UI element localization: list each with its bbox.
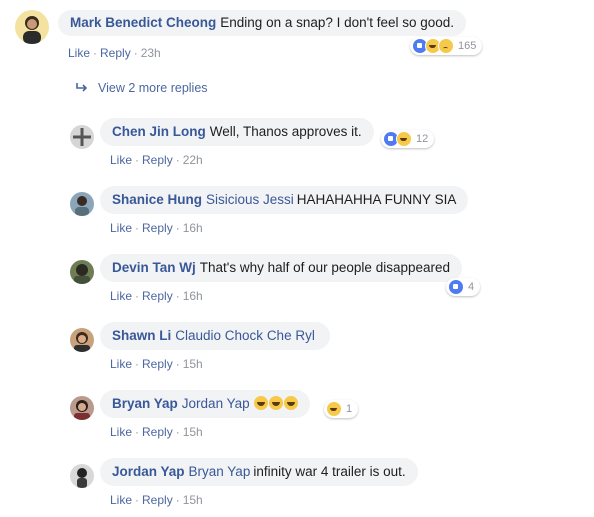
comment-actions: Like · Reply · 15h xyxy=(110,493,203,507)
reactions-summary[interactable]: 12 xyxy=(381,130,435,148)
like-button[interactable]: Like xyxy=(110,357,132,371)
avatar[interactable] xyxy=(70,396,94,420)
avatar[interactable] xyxy=(70,464,94,488)
timestamp[interactable]: 15h xyxy=(183,425,203,439)
view-more-replies-link[interactable]: View 2 more replies xyxy=(76,81,208,95)
timestamp[interactable]: 15h xyxy=(183,493,203,507)
comment-actions: Like · Reply · 16h xyxy=(110,289,203,303)
timestamp[interactable]: 16h xyxy=(183,221,203,235)
timestamp[interactable]: 15h xyxy=(183,357,203,371)
laughing-emoji xyxy=(268,396,283,410)
comment-bubble: Shawn Li Claudio Chock Che Ryl xyxy=(100,322,330,350)
like-button[interactable]: Like xyxy=(68,46,90,60)
comment-bubble: Bryan Yap Jordan Yap xyxy=(100,390,310,418)
reactions-summary[interactable]: 4 xyxy=(446,278,481,296)
reply-button[interactable]: Reply xyxy=(142,221,173,235)
laughing-emoji xyxy=(283,396,298,410)
comment-bubble: Mark Benedict Cheong Ending on a snap? I … xyxy=(58,10,467,36)
avatar[interactable] xyxy=(70,192,94,216)
comment-bubble: Jordan Yap Bryan Yap infinity war 4 traile… xyxy=(100,458,418,486)
comment-text: infinity war 4 trailer is out. xyxy=(253,464,406,479)
comment-text: Ending on a snap? I don't feel so good. xyxy=(220,15,455,30)
reply-button[interactable]: Reply xyxy=(142,153,173,167)
comment-text: Well, Thanos approves it. xyxy=(209,124,362,139)
reactions-summary[interactable]: 1 xyxy=(324,400,359,418)
comment-text: That's why half of our people disappeare… xyxy=(199,260,451,275)
like-button[interactable]: Like xyxy=(110,221,132,235)
haha-icon xyxy=(326,401,342,417)
timestamp[interactable]: 23h xyxy=(141,46,161,60)
comment-author[interactable]: Mark Benedict Cheong xyxy=(70,15,216,30)
comment-actions: Like · Reply · 23h xyxy=(68,46,161,60)
laughing-emoji xyxy=(253,396,268,410)
haha-icon xyxy=(396,131,412,147)
like-icon xyxy=(448,279,464,295)
avatar[interactable] xyxy=(15,10,49,44)
comment-actions: Like · Reply · 16h xyxy=(110,221,203,235)
reactions-summary[interactable]: 165 xyxy=(410,37,483,55)
reply-button[interactable]: Reply xyxy=(142,425,173,439)
like-button[interactable]: Like xyxy=(110,153,132,167)
reaction-count: 165 xyxy=(458,40,477,52)
mentioned-user[interactable]: Bryan Yap xyxy=(189,464,251,479)
comment-bubble: Chen Jin Long Well, Thanos approves it. xyxy=(100,118,374,146)
comment-author[interactable]: Bryan Yap xyxy=(112,396,178,411)
reaction-count: 4 xyxy=(468,281,475,293)
mentioned-user[interactable]: Claudio Chock Che Ryl xyxy=(175,328,315,343)
sad-icon xyxy=(438,38,454,54)
reaction-count: 1 xyxy=(346,403,353,415)
comment-author[interactable]: Jordan Yap xyxy=(112,464,185,479)
comment-author[interactable]: Shanice Hung xyxy=(112,192,202,207)
comment-bubble: Devin Tan Wj That's why half of our peopl… xyxy=(100,254,463,282)
comment-actions: Like · Reply · 15h xyxy=(110,357,203,371)
avatar[interactable] xyxy=(70,328,94,352)
like-button[interactable]: Like xyxy=(110,493,132,507)
like-button[interactable]: Like xyxy=(110,289,132,303)
comment-bubble: Shanice Hung Sisicious Jessi HAHAHAHHA FUN… xyxy=(100,186,469,214)
mentioned-user[interactable]: Sisicious Jessi xyxy=(206,192,294,207)
reaction-count: 12 xyxy=(416,133,429,145)
mentioned-user[interactable]: Jordan Yap xyxy=(182,396,250,411)
avatar[interactable] xyxy=(70,125,94,149)
comment-text: HAHAHAHHA FUNNY SIA xyxy=(296,192,457,207)
reply-button[interactable]: Reply xyxy=(142,357,173,371)
comment-author[interactable]: Shawn Li xyxy=(112,328,171,343)
reply-button[interactable]: Reply xyxy=(100,46,131,60)
reply-button[interactable]: Reply xyxy=(142,289,173,303)
avatar[interactable] xyxy=(70,260,94,284)
reply-button[interactable]: Reply xyxy=(142,493,173,507)
comment-actions: Like · Reply · 15h xyxy=(110,425,203,439)
view-more-label: View 2 more replies xyxy=(98,81,208,95)
reply-arrow-icon xyxy=(76,81,88,95)
comment-author[interactable]: Devin Tan Wj xyxy=(112,260,196,275)
like-button[interactable]: Like xyxy=(110,425,132,439)
comment-actions: Like · Reply · 22h xyxy=(110,153,203,167)
comment-author[interactable]: Chen Jin Long xyxy=(112,124,206,139)
timestamp[interactable]: 22h xyxy=(183,153,203,167)
timestamp[interactable]: 16h xyxy=(183,289,203,303)
